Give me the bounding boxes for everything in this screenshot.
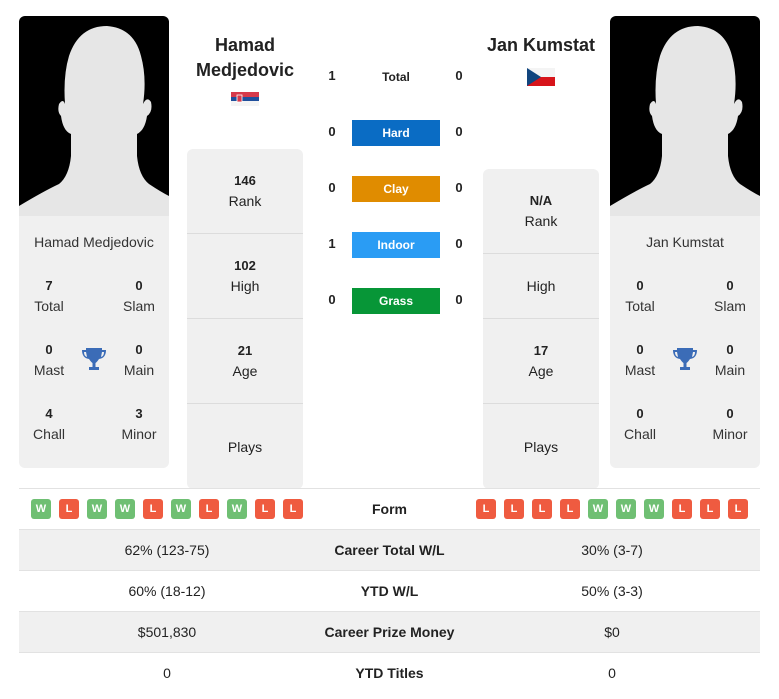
player1-value: $501,830: [137, 624, 197, 640]
h2h-clay-p2: 0: [455, 180, 463, 195]
player1-rank: 146 Rank: [187, 149, 303, 234]
form-win-badge[interactable]: W: [171, 499, 191, 519]
row-label: YTD Titles: [355, 665, 424, 681]
form-win-badge[interactable]: W: [31, 499, 51, 519]
serbia-flag-icon: [231, 92, 259, 106]
player2-total-titles: 0 Total: [625, 278, 655, 314]
table-row: 60% (18-12) YTD W/L 50% (3-3): [19, 570, 760, 611]
surface-indoor-button[interactable]: Indoor: [352, 232, 440, 258]
surface-clay-button[interactable]: Clay: [352, 176, 440, 202]
player2-age: 17 Age: [483, 319, 599, 404]
h2h-total-p1: 1: [328, 68, 336, 83]
player2-minor-titles: 0 Minor: [712, 406, 748, 442]
h2h-grass-p2: 0: [455, 292, 463, 307]
form-loss-badge[interactable]: L: [476, 499, 496, 519]
player2-mast-titles: 0 Mast: [624, 342, 656, 378]
player1-value: 62% (123-75): [124, 542, 210, 558]
player1-age: 21 Age: [187, 319, 303, 404]
form-loss-badge[interactable]: L: [672, 499, 692, 519]
h2h-grass-p1: 0: [328, 292, 336, 307]
h2h-hard-p1: 0: [328, 124, 336, 139]
table-row: 0 YTD Titles 0: [19, 652, 760, 693]
form-win-badge[interactable]: W: [588, 499, 608, 519]
player1-title[interactable]: Hamad Medjedovic: [175, 33, 315, 83]
table-row: $501,830 Career Prize Money $0: [19, 611, 760, 652]
form-loss-badge[interactable]: L: [255, 499, 275, 519]
h2h-total-label: Total: [382, 70, 410, 84]
form-loss-badge[interactable]: L: [283, 499, 303, 519]
form-loss-badge[interactable]: L: [560, 499, 580, 519]
player1-card: Hamad Medjedovic 7 Total 0 Slam 0 Mast 0 Mai…: [19, 216, 169, 468]
form-win-badge[interactable]: W: [616, 499, 636, 519]
player1-form: WLWWLWLWLL: [19, 499, 315, 519]
trophy-icon: [673, 346, 697, 372]
form-win-badge[interactable]: W: [644, 499, 664, 519]
form-win-badge[interactable]: W: [87, 499, 107, 519]
form-label: Form: [372, 501, 407, 517]
form-loss-badge[interactable]: L: [504, 499, 524, 519]
form-loss-badge[interactable]: L: [700, 499, 720, 519]
player1-name: Hamad Medjedovic: [34, 234, 154, 250]
player1-main-titles: 0 Main: [123, 342, 155, 378]
player1-value: 60% (18-12): [128, 583, 206, 599]
player2-main-titles: 0 Main: [714, 342, 746, 378]
form-win-badge[interactable]: W: [115, 499, 135, 519]
player2-name: Jan Kumstat: [646, 234, 724, 250]
player1-total-titles: 7 Total: [34, 278, 64, 314]
player1-high: 102 High: [187, 234, 303, 319]
form-loss-badge[interactable]: L: [199, 499, 219, 519]
player2-value: 50% (3-3): [581, 583, 643, 599]
czech-flag-icon: [527, 68, 555, 86]
player1-chall-titles: 4 Chall: [33, 406, 65, 442]
player1-minor-titles: 3 Minor: [121, 406, 157, 442]
player2-plays: Plays: [523, 438, 559, 455]
player2-card: Jan Kumstat 0 Total 0 Slam 0 Mast 0 Main 0 Ch…: [610, 216, 760, 468]
row-label: Career Prize Money: [324, 624, 455, 640]
surface-grass-button[interactable]: Grass: [352, 288, 440, 314]
player1-mast-titles: 0 Mast: [33, 342, 65, 378]
row-label: Career Total W/L: [334, 542, 445, 558]
table-row: 62% (123-75) Career Total W/L 30% (3-7): [19, 529, 760, 570]
form-row: WLWWLWLWLL Form LLLLWWWLLL: [19, 488, 760, 529]
form-loss-badge[interactable]: L: [728, 499, 748, 519]
h2h-indoor-p1: 1: [328, 236, 336, 251]
trophy-icon: [82, 346, 106, 372]
form-win-badge[interactable]: W: [227, 499, 247, 519]
player2-form: LLLLWWWLLL: [464, 499, 760, 519]
h2h-clay-p1: 0: [328, 180, 336, 195]
player2-title[interactable]: Jan Kumstat: [471, 33, 611, 58]
player2-slam-titles: 0 Slam: [714, 278, 746, 314]
surface-hard-button[interactable]: Hard: [352, 120, 440, 146]
player2-value: 30% (3-7): [581, 542, 643, 558]
h2h-hard-p2: 0: [455, 124, 463, 139]
h2h-total-p2: 0: [455, 68, 463, 83]
row-label: YTD W/L: [360, 583, 419, 599]
form-loss-badge[interactable]: L: [59, 499, 79, 519]
player1-info-card: 146 Rank 102 High 21 Age Plays: [187, 149, 303, 489]
player1-photo: [19, 16, 169, 216]
player1-plays: Plays: [227, 438, 263, 455]
player1-value: 0: [163, 665, 171, 681]
h2h-indoor-p2: 0: [455, 236, 463, 251]
player2-value: $0: [604, 624, 620, 640]
player2-chall-titles: 0 Chall: [624, 406, 656, 442]
form-loss-badge[interactable]: L: [532, 499, 552, 519]
player2-photo: [610, 16, 760, 216]
player2-info-card: N/A Rank High 17 Age Plays: [483, 169, 599, 489]
comparison-table: WLWWLWLWLL Form LLLLWWWLLL 62% (123-75) …: [19, 488, 760, 693]
player1-slam-titles: 0 Slam: [123, 278, 155, 314]
player2-high: High: [483, 254, 599, 319]
form-loss-badge[interactable]: L: [143, 499, 163, 519]
player2-value: 0: [608, 665, 616, 681]
player2-rank: N/A Rank: [483, 169, 599, 254]
